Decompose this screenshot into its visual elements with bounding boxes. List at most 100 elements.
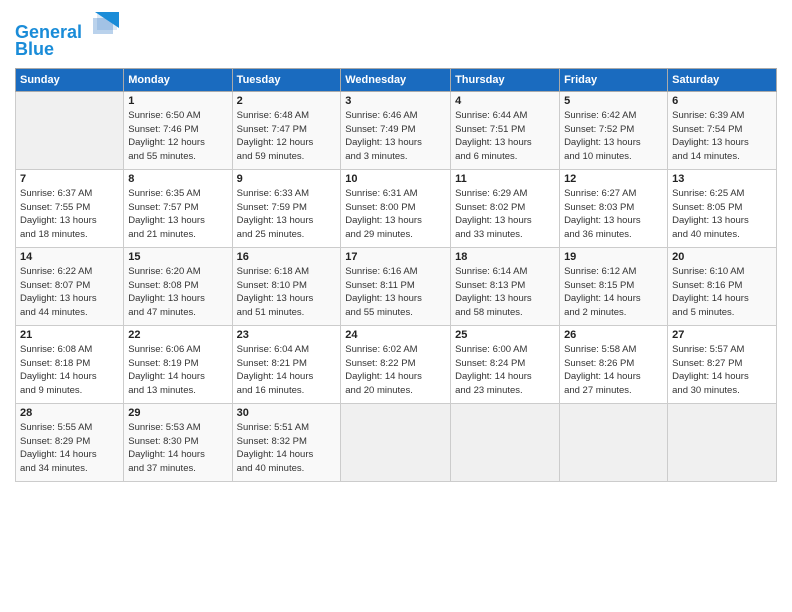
logo: General Blue [15, 10, 121, 60]
calendar-cell: 1Sunrise: 6:50 AMSunset: 7:46 PMDaylight… [124, 91, 232, 169]
day-info: Sunrise: 6:18 AMSunset: 8:10 PMDaylight:… [237, 265, 337, 320]
day-info: Sunrise: 6:00 AMSunset: 8:24 PMDaylight:… [455, 343, 555, 398]
calendar-cell: 25 Sunrise: 6:00 AMSunset: 8:24 PMDayligh… [451, 325, 560, 403]
calendar-cell: 6Sunrise: 6:39 AMSunset: 7:54 PMDaylight… [668, 91, 777, 169]
day-info: Sunrise: 6:35 AMSunset: 7:57 PMDaylight:… [128, 187, 227, 242]
day-number: 28 [20, 407, 119, 419]
weekday-header-friday: Friday [560, 68, 668, 91]
day-number: 21 [20, 329, 119, 341]
day-info: Sunrise: 6:27 AMSunset: 8:03 PMDaylight:… [564, 187, 663, 242]
day-number: 24 [345, 329, 446, 341]
calendar-cell: 13 Sunrise: 6:25 AMSunset: 8:05 PMDayligh… [668, 169, 777, 247]
calendar-cell: 11 Sunrise: 6:29 AMSunset: 8:02 PMDayligh… [451, 169, 560, 247]
calendar-cell: 4 Sunrise: 6:44 AMSunset: 7:51 PMDaylight… [451, 91, 560, 169]
day-number: 18 [455, 251, 555, 263]
calendar-cell: 30Sunrise: 5:51 AMSunset: 8:32 PMDayligh… [232, 403, 341, 481]
day-info: Sunrise: 6:25 AMSunset: 8:05 PMDaylight:… [672, 187, 772, 242]
calendar-cell [451, 403, 560, 481]
day-number: 9 [237, 173, 337, 185]
day-number: 27 [672, 329, 772, 341]
calendar-cell: 12Sunrise: 6:27 AMSunset: 8:03 PMDayligh… [560, 169, 668, 247]
calendar-cell: 7 Sunrise: 6:37 AMSunset: 7:55 PMDaylight… [16, 169, 124, 247]
week-row-5: 28 Sunrise: 5:55 AMSunset: 8:29 PMDayligh… [16, 403, 777, 481]
day-info: Sunrise: 5:58 AMSunset: 8:26 PMDaylight:… [564, 343, 663, 398]
day-info: Sunrise: 6:02 AMSunset: 8:22 PMDaylight:… [345, 343, 446, 398]
day-info: Sunrise: 6:39 AMSunset: 7:54 PMDaylight:… [672, 109, 772, 164]
day-info: Sunrise: 6:20 AMSunset: 8:08 PMDaylight:… [128, 265, 227, 320]
weekday-header-thursday: Thursday [451, 68, 560, 91]
day-number: 29 [128, 407, 227, 419]
day-info: Sunrise: 6:37 AMSunset: 7:55 PMDaylight:… [20, 187, 119, 242]
day-number: 16 [237, 251, 337, 263]
day-info: Sunrise: 6:22 AMSunset: 8:07 PMDaylight:… [20, 265, 119, 320]
calendar-cell: 17Sunrise: 6:16 AMSunset: 8:11 PMDayligh… [341, 247, 451, 325]
calendar-cell: 18 Sunrise: 6:14 AMSunset: 8:13 PMDayligh… [451, 247, 560, 325]
day-number: 26 [564, 329, 663, 341]
day-number: 25 [455, 329, 555, 341]
day-number: 11 [455, 173, 555, 185]
day-info: Sunrise: 6:48 AMSunset: 7:47 PMDaylight:… [237, 109, 337, 164]
weekday-header-saturday: Saturday [668, 68, 777, 91]
day-number: 3 [345, 95, 446, 107]
day-number: 5 [564, 95, 663, 107]
day-number: 22 [128, 329, 227, 341]
day-info: Sunrise: 5:55 AMSunset: 8:29 PMDaylight:… [20, 421, 119, 476]
logo-icon [89, 10, 121, 38]
calendar-cell [16, 91, 124, 169]
day-info: Sunrise: 6:44 AMSunset: 7:51 PMDaylight:… [455, 109, 555, 164]
day-info: Sunrise: 6:42 AMSunset: 7:52 PMDaylight:… [564, 109, 663, 164]
calendar-cell: 14 Sunrise: 6:22 AMSunset: 8:07 PMDayligh… [16, 247, 124, 325]
calendar-cell: 5 Sunrise: 6:42 AMSunset: 7:52 PMDaylight… [560, 91, 668, 169]
calendar-cell: 8 Sunrise: 6:35 AMSunset: 7:57 PMDaylight… [124, 169, 232, 247]
day-info: Sunrise: 5:57 AMSunset: 8:27 PMDaylight:… [672, 343, 772, 398]
day-number: 30 [237, 407, 337, 419]
day-number: 20 [672, 251, 772, 263]
day-info: Sunrise: 6:50 AMSunset: 7:46 PMDaylight:… [128, 109, 227, 164]
calendar-cell: 21 Sunrise: 6:08 AMSunset: 8:18 PMDayligh… [16, 325, 124, 403]
day-info: Sunrise: 6:31 AMSunset: 8:00 PMDaylight:… [345, 187, 446, 242]
calendar-cell [341, 403, 451, 481]
calendar-cell: 2Sunrise: 6:48 AMSunset: 7:47 PMDaylight… [232, 91, 341, 169]
day-info: Sunrise: 6:46 AMSunset: 7:49 PMDaylight:… [345, 109, 446, 164]
day-number: 17 [345, 251, 446, 263]
weekday-header-monday: Monday [124, 68, 232, 91]
week-row-3: 14 Sunrise: 6:22 AMSunset: 8:07 PMDayligh… [16, 247, 777, 325]
day-number: 19 [564, 251, 663, 263]
day-number: 4 [455, 95, 555, 107]
week-row-2: 7 Sunrise: 6:37 AMSunset: 7:55 PMDaylight… [16, 169, 777, 247]
day-info: Sunrise: 6:10 AMSunset: 8:16 PMDaylight:… [672, 265, 772, 320]
calendar-cell: 16 Sunrise: 6:18 AMSunset: 8:10 PMDayligh… [232, 247, 341, 325]
weekday-header-wednesday: Wednesday [341, 68, 451, 91]
day-number: 8 [128, 173, 227, 185]
calendar-table: SundayMondayTuesdayWednesdayThursdayFrid… [15, 68, 777, 482]
day-number: 10 [345, 173, 446, 185]
day-number: 23 [237, 329, 337, 341]
calendar-cell: 10 Sunrise: 6:31 AMSunset: 8:00 PMDayligh… [341, 169, 451, 247]
day-info: Sunrise: 6:12 AMSunset: 8:15 PMDaylight:… [564, 265, 663, 320]
week-row-4: 21 Sunrise: 6:08 AMSunset: 8:18 PMDayligh… [16, 325, 777, 403]
day-info: Sunrise: 6:14 AMSunset: 8:13 PMDaylight:… [455, 265, 555, 320]
day-info: Sunrise: 6:08 AMSunset: 8:18 PMDaylight:… [20, 343, 119, 398]
weekday-header-tuesday: Tuesday [232, 68, 341, 91]
calendar-cell: 9Sunrise: 6:33 AMSunset: 7:59 PMDaylight… [232, 169, 341, 247]
day-info: Sunrise: 5:53 AMSunset: 8:30 PMDaylight:… [128, 421, 227, 476]
calendar-cell: 15 Sunrise: 6:20 AMSunset: 8:08 PMDayligh… [124, 247, 232, 325]
calendar-cell: 26 Sunrise: 5:58 AMSunset: 8:26 PMDayligh… [560, 325, 668, 403]
calendar-cell: 20 Sunrise: 6:10 AMSunset: 8:16 PMDayligh… [668, 247, 777, 325]
calendar-cell: 24 Sunrise: 6:02 AMSunset: 8:22 PMDayligh… [341, 325, 451, 403]
day-number: 15 [128, 251, 227, 263]
calendar-container: General Blue SundayMondayTuesdayWednesda [0, 0, 792, 612]
day-number: 7 [20, 173, 119, 185]
calendar-cell: 22Sunrise: 6:06 AMSunset: 8:19 PMDayligh… [124, 325, 232, 403]
header: General Blue [15, 10, 777, 60]
day-info: Sunrise: 6:29 AMSunset: 8:02 PMDaylight:… [455, 187, 555, 242]
day-number: 13 [672, 173, 772, 185]
weekday-header-sunday: Sunday [16, 68, 124, 91]
calendar-cell: 28 Sunrise: 5:55 AMSunset: 8:29 PMDayligh… [16, 403, 124, 481]
logo-text: General [15, 10, 121, 43]
day-info: Sunrise: 6:04 AMSunset: 8:21 PMDaylight:… [237, 343, 337, 398]
week-row-1: 1Sunrise: 6:50 AMSunset: 7:46 PMDaylight… [16, 91, 777, 169]
day-number: 14 [20, 251, 119, 263]
calendar-cell: 23 Sunrise: 6:04 AMSunset: 8:21 PMDayligh… [232, 325, 341, 403]
calendar-cell: 29 Sunrise: 5:53 AMSunset: 8:30 PMDayligh… [124, 403, 232, 481]
